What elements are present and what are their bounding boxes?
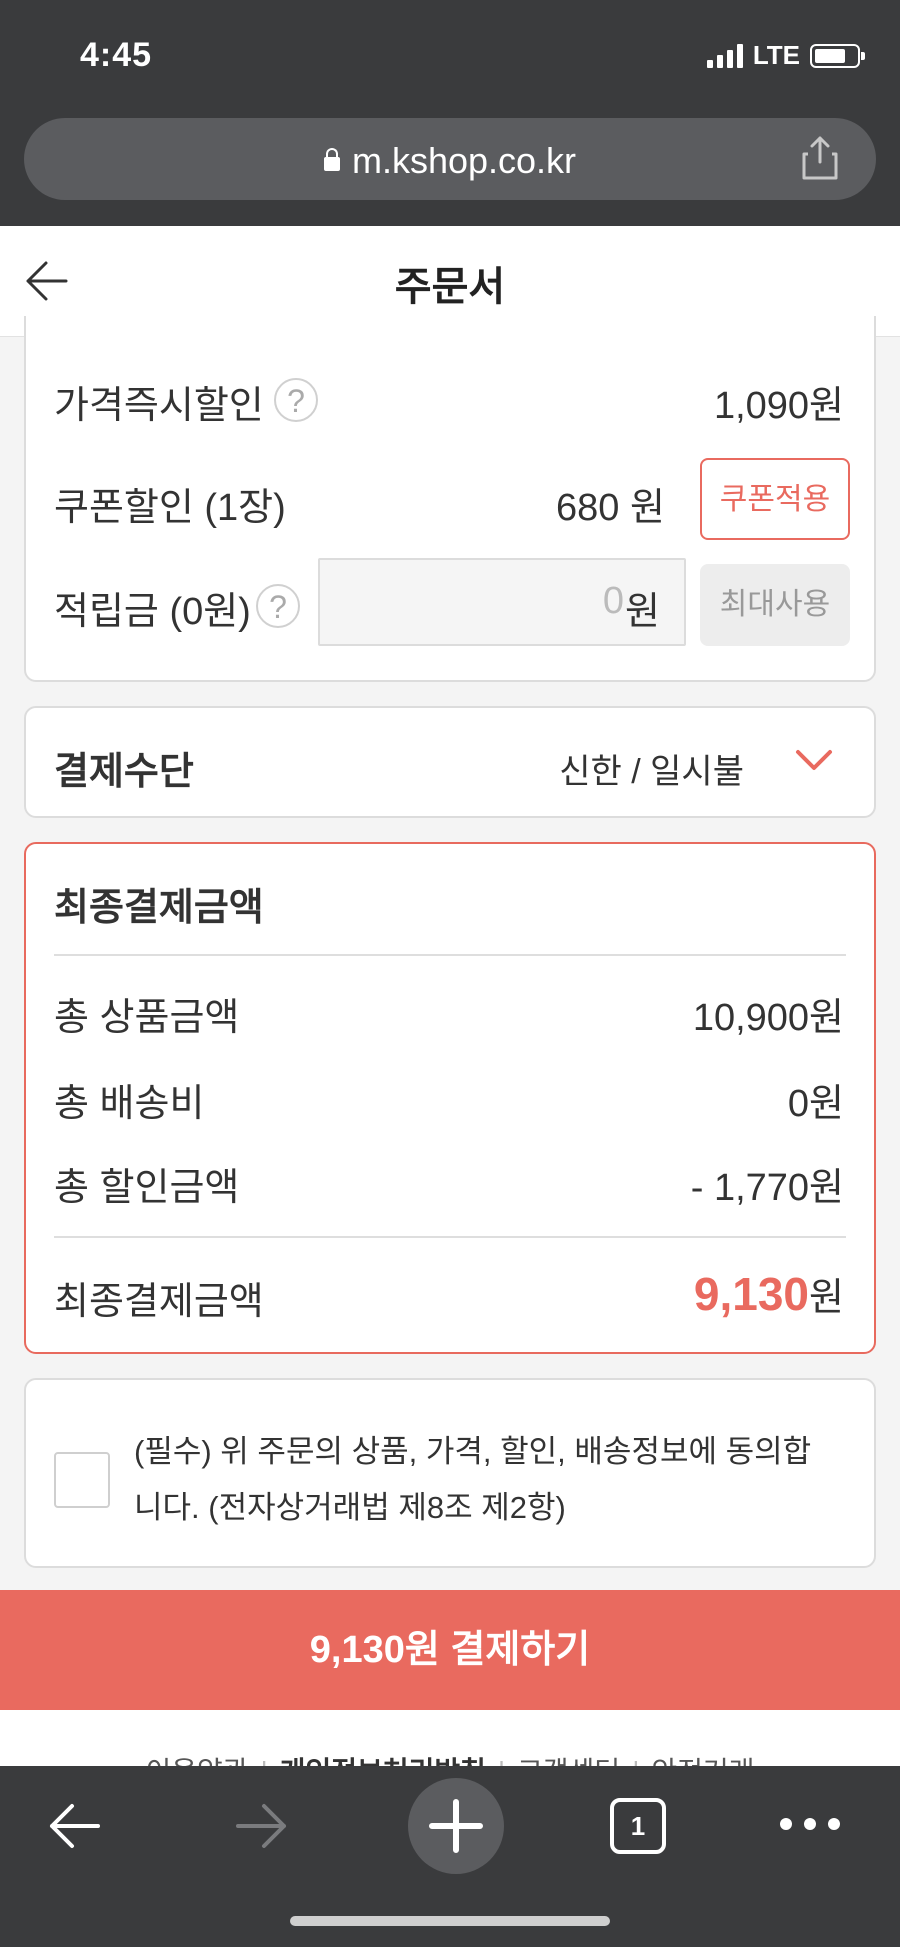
payment-method-label: 결제수단 bbox=[54, 751, 194, 793]
footer-link-privacy[interactable]: 개인정보처리방침 bbox=[280, 1756, 486, 1766]
help-icon[interactable]: ? bbox=[274, 378, 318, 422]
status-indicators: LTE bbox=[706, 40, 865, 71]
agreement-card: (필수) 위 주문의 상품, 가격, 할인, 배송정보에 동의합니다. (전자상… bbox=[24, 1378, 876, 1568]
discount-card: 가격즉시할인 ? 1,090원 쿠폰할인 (1장) 680 원 쿠폰적용 적립금… bbox=[24, 316, 876, 682]
new-tab-button[interactable] bbox=[408, 1778, 504, 1874]
page-title: 주문서 bbox=[394, 265, 506, 309]
browser-bar: m.kshop.co.kr bbox=[0, 110, 900, 226]
chevron-down-icon[interactable] bbox=[794, 746, 834, 776]
network-type: LTE bbox=[752, 40, 800, 70]
footer-links: 이용약관|개인정보처리방침|고객센터|안전거래 bbox=[0, 1710, 900, 1766]
total-discount-value: - 1,770원 bbox=[690, 1167, 844, 1209]
coupon-discount-value: 680 원 bbox=[556, 487, 665, 529]
status-bar: 4:45 LTE bbox=[0, 0, 900, 110]
url-bar[interactable]: m.kshop.co.kr bbox=[24, 118, 876, 200]
help-icon[interactable]: ? bbox=[256, 584, 300, 628]
footer-link-terms[interactable]: 이용약관 bbox=[145, 1756, 248, 1766]
pay-button[interactable]: 9,130원 결제하기 bbox=[0, 1590, 900, 1710]
final-total-unit: 원 bbox=[809, 1277, 844, 1319]
total-product-value: 10,900원 bbox=[692, 997, 844, 1039]
agreement-text[interactable]: (필수) 위 주문의 상품, 가격, 할인, 배송정보에 동의합니다. (전자상… bbox=[134, 1424, 834, 1536]
tabs-button[interactable]: 1 bbox=[610, 1798, 666, 1854]
points-input[interactable]: 0 원 bbox=[318, 558, 686, 646]
final-total-value: 9,130원 bbox=[694, 1266, 844, 1321]
more-icon[interactable] bbox=[778, 1812, 842, 1836]
final-payment-heading: 최종결제금액 bbox=[54, 887, 264, 929]
total-discount-label: 총 할인금액 bbox=[54, 1167, 240, 1209]
total-product-label: 총 상품금액 bbox=[54, 997, 240, 1039]
footer-link-safety[interactable]: 안전거래 bbox=[651, 1756, 754, 1766]
apply-coupon-button[interactable]: 쿠폰적용 bbox=[700, 458, 850, 540]
battery-icon bbox=[810, 43, 865, 68]
plus-icon bbox=[429, 1799, 483, 1853]
lock-icon bbox=[323, 148, 340, 171]
points-label: 적립금 (0원) bbox=[54, 591, 251, 633]
instant-discount-value: 1,090원 bbox=[713, 385, 844, 427]
browser-toolbar: 1 bbox=[0, 1766, 900, 1947]
back-icon[interactable] bbox=[44, 1796, 104, 1856]
home-indicator bbox=[290, 1916, 610, 1926]
max-use-button[interactable]: 최대사용 bbox=[700, 564, 850, 646]
status-time: 4:45 bbox=[80, 36, 153, 74]
forward-icon[interactable] bbox=[232, 1796, 292, 1856]
final-payment-card: 최종결제금액 총 상품금액 10,900원 총 배송비 0원 총 할인금액 - … bbox=[24, 842, 876, 1354]
signal-icon bbox=[706, 43, 743, 68]
payment-method-row[interactable]: 결제수단 신한 / 일시불 bbox=[24, 706, 876, 818]
shipping-label: 총 배송비 bbox=[54, 1083, 205, 1125]
coupon-discount-label: 쿠폰할인 (1장) bbox=[54, 487, 286, 529]
instant-discount-label: 가격즉시할인 bbox=[54, 385, 264, 427]
points-unit: 원 bbox=[625, 591, 660, 633]
divider bbox=[54, 1236, 846, 1238]
divider bbox=[54, 954, 846, 956]
share-icon[interactable] bbox=[800, 134, 840, 182]
shipping-value: 0원 bbox=[787, 1083, 844, 1125]
final-total-amount: 9,130 bbox=[693, 1268, 810, 1320]
payment-method-value: 신한 / 일시불 bbox=[559, 753, 744, 791]
final-total-label: 최종결제금액 bbox=[54, 1281, 264, 1323]
footer-link-support[interactable]: 고객센터 bbox=[517, 1756, 620, 1766]
agreement-checkbox[interactable] bbox=[54, 1452, 110, 1508]
points-input-value: 0 bbox=[602, 580, 624, 622]
url-text: m.kshop.co.kr bbox=[351, 140, 577, 181]
